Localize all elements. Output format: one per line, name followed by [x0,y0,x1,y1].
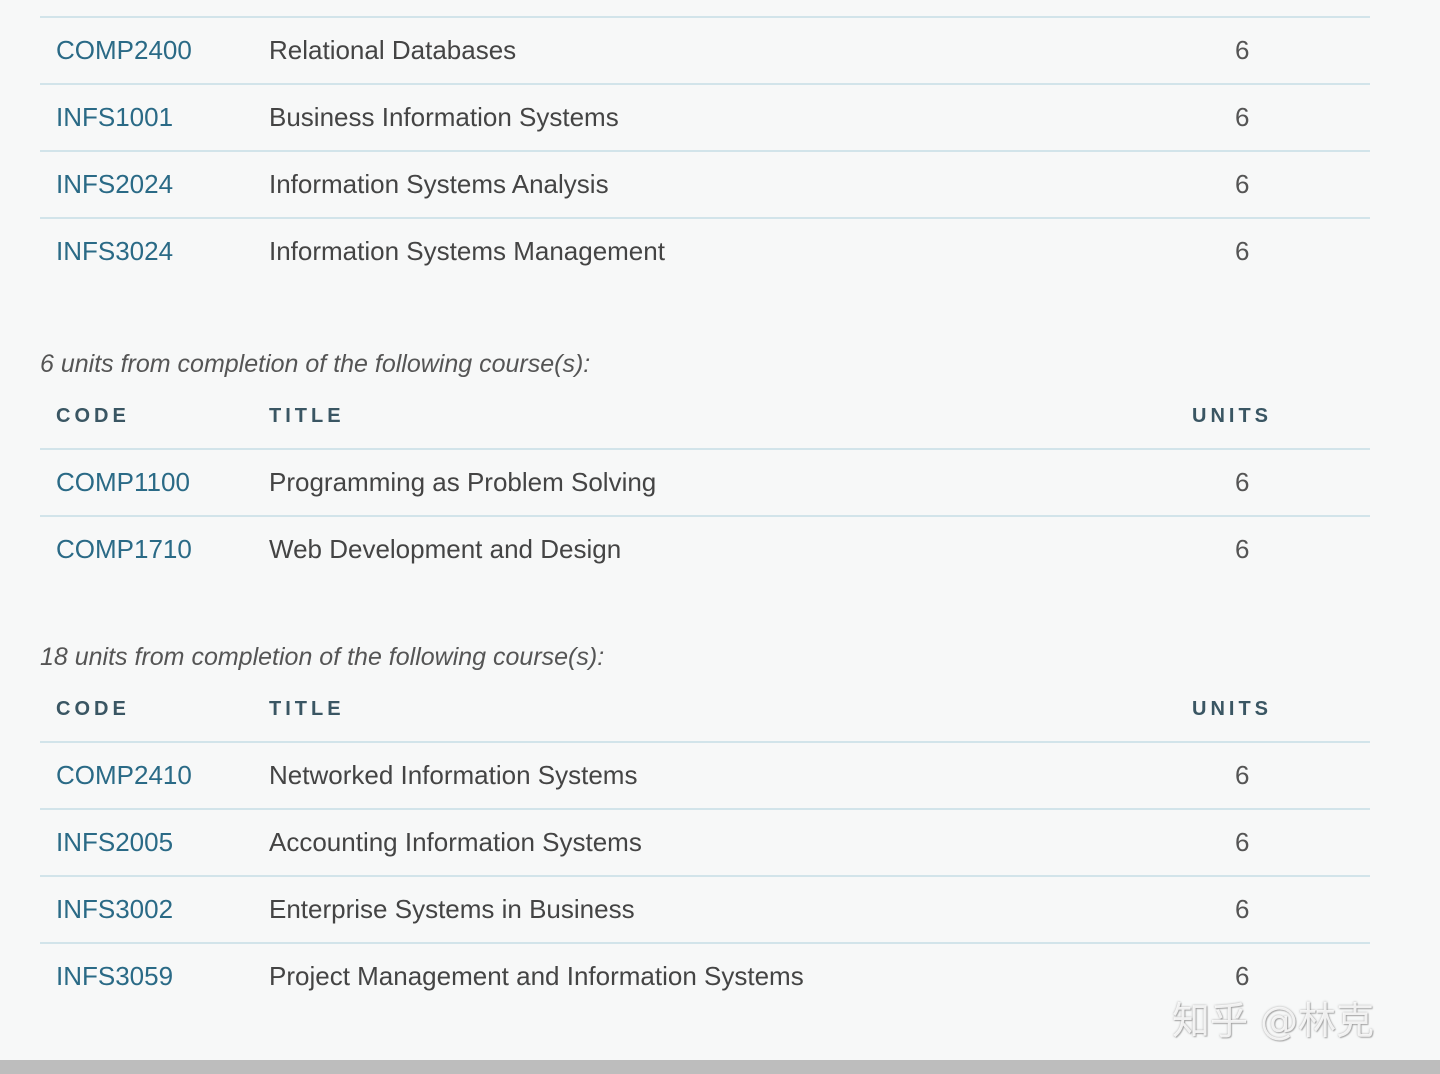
course-code-cell: INFS1001 [40,84,254,152]
course-title: Programming as Problem Solving [254,449,1188,517]
column-header-title: TITLE [254,677,1188,743]
column-header-title: TITLE [254,384,1188,450]
course-code-cell: INFS3002 [40,876,254,944]
course-table-group-3: CODE TITLE UNITS COMP2410 Networked Info… [40,677,1370,1009]
requirement-text: 18 units from completion of the followin… [40,643,605,671]
course-code-cell: COMP2400 [40,18,254,85]
course-requirements: COMP2400 Relational Databases 6 INFS1001… [40,0,1370,1009]
watermark: 知乎 @林克 [1172,999,1375,1043]
course-table-group-2: CODE TITLE UNITS COMP1100 Programming as… [40,384,1370,582]
bottom-bar [0,1060,1440,1074]
course-code-link[interactable]: COMP2400 [56,35,192,65]
course-title: Project Management and Information Syste… [269,961,804,991]
course-code-cell: INFS3024 [40,218,254,284]
table-row: INFS2005 Accounting Information Systems … [40,809,1370,877]
column-header-units: UNITS [1188,677,1370,743]
course-code-link[interactable]: COMP1100 [56,467,190,497]
course-code-cell: INFS3059 [40,943,254,1009]
table-header-row: CODE TITLE UNITS [40,677,1370,743]
course-title: Web Development and Design [269,534,622,564]
table-header-row: CODE TITLE UNITS [40,384,1370,450]
course-units: 6 [1188,18,1370,85]
table-row: COMP2410 Networked Information Systems 6 [40,742,1370,810]
course-title: Enterprise Systems in Business [254,876,1188,944]
course-title: Networked Information Systems [254,742,1188,810]
course-code-cell: INFS2024 [40,151,254,219]
course-code-link[interactable]: COMP1710 [56,534,192,564]
course-units: 6 [1235,236,1250,266]
table-row: COMP1100 Programming as Problem Solving … [40,449,1370,517]
course-code-link[interactable]: INFS3059 [56,961,173,991]
course-title: Relational Databases [254,18,1188,85]
course-code-link[interactable]: INFS1001 [56,102,173,132]
column-header-code: CODE [40,384,254,450]
course-title: Information Systems Management [269,236,665,266]
course-code-cell: INFS2005 [40,809,254,877]
table-row: INFS3024 Information Systems Management … [40,218,1370,284]
table-row: INFS1001 Business Information Systems 6 [40,84,1370,152]
course-units: 6 [1188,449,1370,517]
course-units: 6 [1188,84,1370,152]
course-code-link[interactable]: INFS3002 [56,894,173,924]
table-row: COMP2400 Relational Databases 6 [40,18,1370,85]
requirement-text: 6 units from completion of the following… [40,350,591,378]
column-header-code: CODE [40,677,254,743]
table-top-divider [40,0,1370,18]
table-row: COMP1710 Web Development and Design 6 [40,516,1370,582]
course-title: Accounting Information Systems [254,809,1188,877]
table-row: INFS3002 Enterprise Systems in Business … [40,876,1370,944]
course-units: 6 [1188,151,1370,219]
table-row: INFS2024 Information Systems Analysis 6 [40,151,1370,219]
course-code-cell: COMP1710 [40,516,254,582]
course-title: Business Information Systems [254,84,1188,152]
course-code-link[interactable]: INFS3024 [56,236,173,266]
course-code-cell: COMP2410 [40,742,254,810]
course-table-group-1: COMP2400 Relational Databases 6 INFS1001… [40,18,1370,284]
table-row: INFS3059 Project Management and Informat… [40,943,1370,1009]
course-units: 6 [1188,876,1370,944]
course-units: 6 [1235,534,1250,564]
course-units: 6 [1188,809,1370,877]
course-code-link[interactable]: INFS2024 [56,169,173,199]
column-header-units: UNITS [1188,384,1370,450]
course-code-link[interactable]: INFS2005 [56,827,173,857]
course-code-link[interactable]: COMP2410 [56,760,192,790]
course-code-cell: COMP1100 [40,449,254,517]
course-units: 6 [1188,742,1370,810]
course-title: Information Systems Analysis [254,151,1188,219]
